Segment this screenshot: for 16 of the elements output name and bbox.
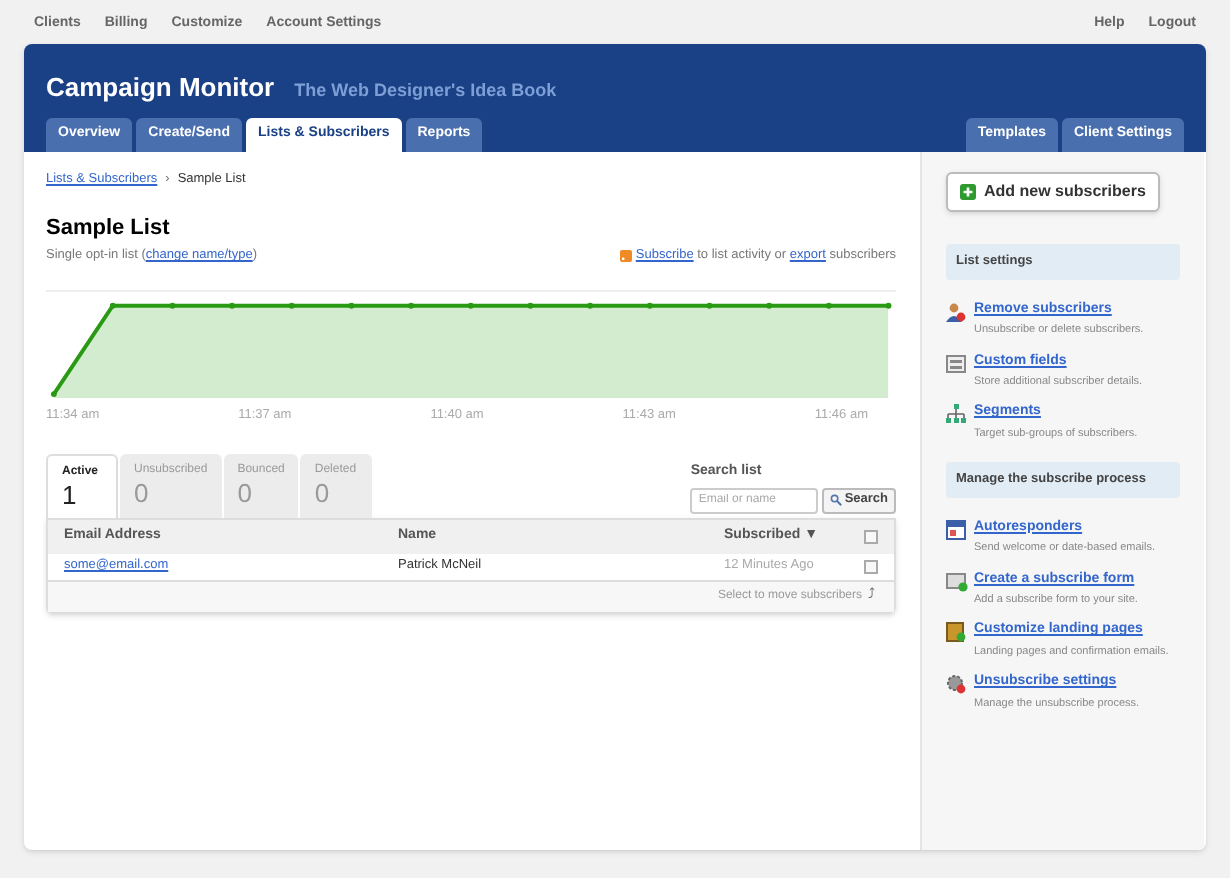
rss-icon <box>619 250 632 263</box>
gear-icon <box>946 674 966 694</box>
row-checkbox[interactable] <box>864 559 878 574</box>
hierarchy-icon <box>946 404 966 425</box>
add-subscribers-button[interactable]: Add new subscribers <box>946 172 1160 212</box>
form-add-icon <box>946 571 968 591</box>
book-icon <box>946 622 966 643</box>
calendar-icon <box>946 519 966 540</box>
person-icon <box>946 301 966 322</box>
list-title: Sample List <box>46 213 172 244</box>
form-fields-icon <box>946 353 966 373</box>
select-all-checkbox[interactable] <box>864 529 878 544</box>
search-icon <box>830 494 843 507</box>
plus-icon <box>960 184 976 200</box>
app-title: Campaign Monitor <box>46 70 275 106</box>
account-subtitle: The Web Designer's Idea Book <box>294 78 557 104</box>
